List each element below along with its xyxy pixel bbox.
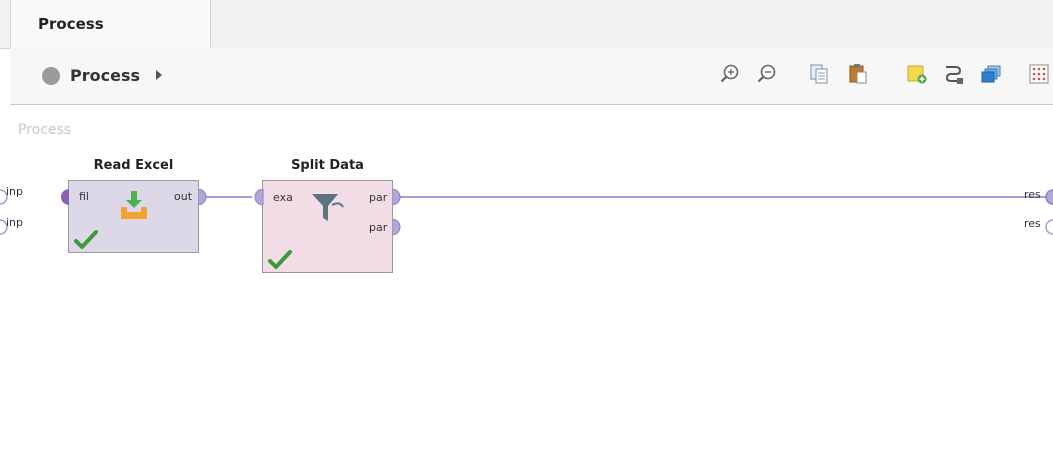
zoom-in-button[interactable] [718,62,742,86]
port-label: fil [79,190,89,203]
success-check-icon [74,230,98,249]
input-port-exa[interactable] [252,189,264,205]
paste-icon [849,64,867,84]
tab-process[interactable]: Process [10,0,211,48]
tab-label: Process [38,15,104,33]
port-label: inp [6,185,24,198]
port-label: res [1024,188,1041,201]
output-port-out[interactable] [198,189,210,205]
port-label: inp [6,216,24,229]
port-label: par [369,221,388,234]
tab-strip: Process [0,0,1053,49]
layers-icon [981,65,1001,83]
read-excel-icon [121,191,147,219]
paste-button[interactable] [846,62,870,86]
breadcrumb[interactable]: Process [70,66,140,85]
zoom-out-icon [757,64,776,83]
add-note-button[interactable] [905,62,929,86]
grid-icon [1029,64,1049,84]
zoom-in-icon [720,64,739,83]
auto-wire-button[interactable] [942,62,966,86]
port-label: exa [273,191,293,204]
filter-icon [312,194,344,221]
process-canvas[interactable]: Process inp inp res res Read Excel fil o… [0,105,1053,471]
breadcrumb-arrow-icon[interactable] [156,70,162,80]
auto-wire-icon [945,66,963,84]
copy-icon [810,64,828,84]
operator-split-data[interactable]: exa par par [262,180,393,273]
process-status-icon [42,67,60,85]
operator-read-excel[interactable]: fil out [68,180,199,253]
layers-button[interactable] [979,62,1003,86]
output-port-par[interactable] [392,219,404,235]
process-toolbar: Process [10,48,1053,105]
input-port-fil[interactable] [58,189,70,205]
output-port-par[interactable] [392,189,404,205]
copy-button[interactable] [807,62,831,86]
port-label: res [1024,217,1041,230]
port-label: par [369,191,388,204]
port-label: out [174,190,193,203]
operator-title: Read Excel [93,158,174,173]
add-note-icon [907,65,927,84]
operator-title: Split Data [291,158,364,173]
grid-button[interactable] [1027,62,1051,86]
zoom-out-button[interactable] [755,62,779,86]
success-check-icon [268,250,292,269]
process-result-port[interactable] [1045,189,1053,205]
process-result-port[interactable] [1045,219,1053,235]
